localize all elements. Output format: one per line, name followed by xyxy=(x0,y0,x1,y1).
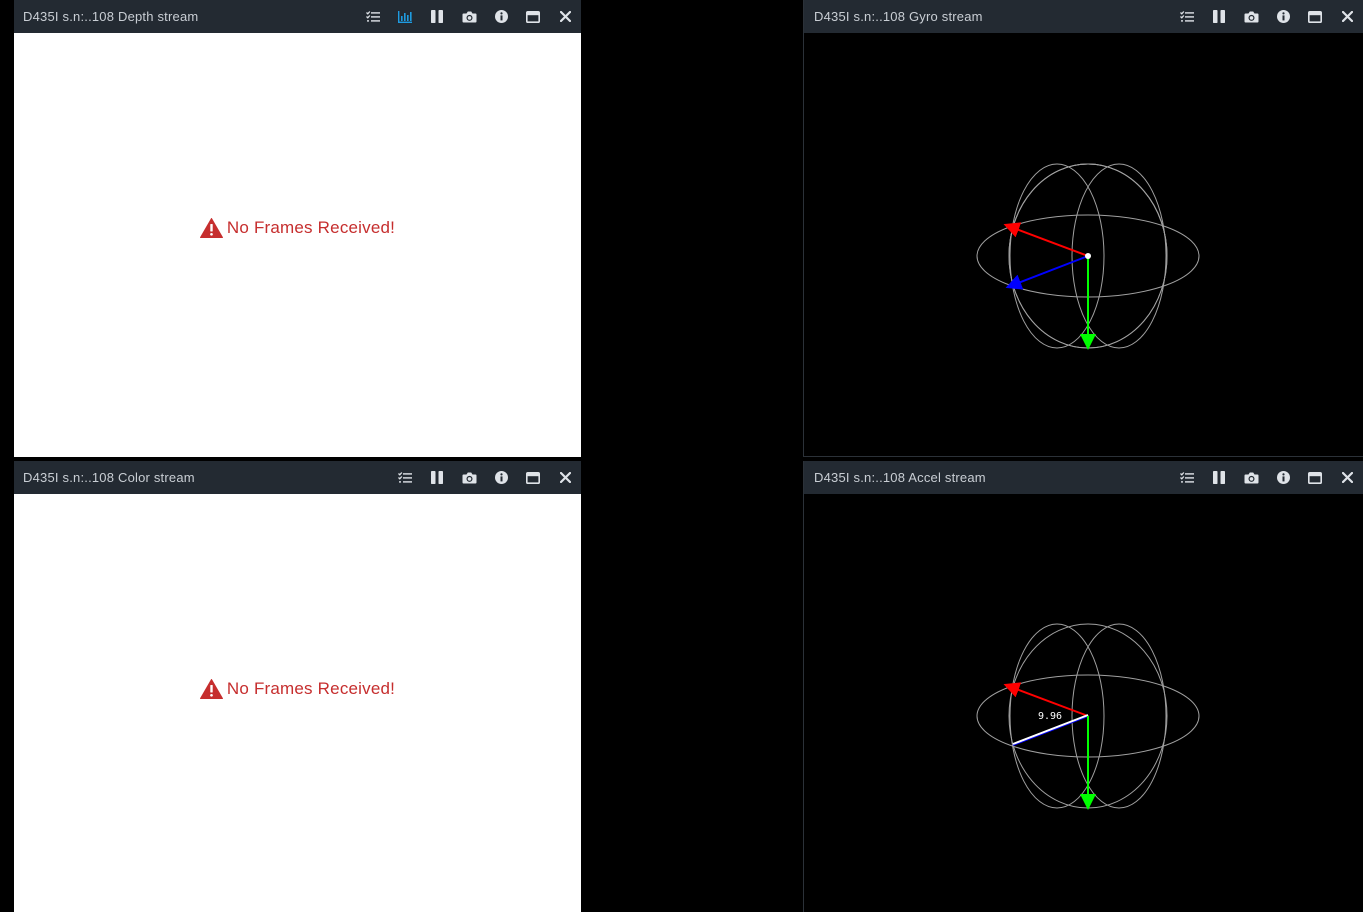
info-icon[interactable] xyxy=(1267,461,1299,494)
settings-list-icon[interactable] xyxy=(389,461,421,494)
camera-icon[interactable] xyxy=(1235,461,1267,494)
depth-toolbar xyxy=(357,0,581,33)
depth-titlebar: D435I s.n:..108 Depth stream xyxy=(14,0,581,33)
camera-icon[interactable] xyxy=(453,0,485,33)
gyro-stream-title: D435I s.n:..108 Gyro stream xyxy=(814,9,983,24)
depth-stream-viewer: D435I s.n:..108 Depth stream No Frames R… xyxy=(14,0,581,457)
metrics-icon[interactable] xyxy=(389,0,421,33)
maximize-icon[interactable] xyxy=(1299,0,1331,33)
accel-titlebar: D435I s.n:..108 Accel stream xyxy=(804,461,1363,494)
pause-icon[interactable] xyxy=(421,461,453,494)
color-no-frames-message: No Frames Received! xyxy=(14,679,581,699)
gyro-stream-viewer: D435I s.n:..108 Gyro stream xyxy=(803,0,1363,457)
gyro-x-axis-arrow xyxy=(1003,222,1089,257)
depth-no-frames-text: No Frames Received! xyxy=(226,218,396,237)
accel-toolbar xyxy=(1171,461,1363,494)
maximize-icon[interactable] xyxy=(517,0,549,33)
gyro-motion-visualization xyxy=(976,163,1200,350)
camera-icon[interactable] xyxy=(453,461,485,494)
gyro-titlebar: D435I s.n:..108 Gyro stream xyxy=(804,0,1363,33)
close-icon[interactable] xyxy=(549,461,581,494)
accel-stream-content: 9.96 xyxy=(804,494,1363,912)
gyro-z-axis-arrow xyxy=(1005,255,1089,290)
camera-icon[interactable] xyxy=(1235,0,1267,33)
maximize-icon[interactable] xyxy=(517,461,549,494)
pause-icon[interactable] xyxy=(1203,0,1235,33)
accel-stream-title: D435I s.n:..108 Accel stream xyxy=(814,470,986,485)
gyro-stream-content xyxy=(804,33,1363,456)
settings-list-icon[interactable] xyxy=(1171,0,1203,33)
warning-icon xyxy=(199,679,223,699)
color-toolbar xyxy=(389,461,581,494)
color-stream-content: No Frames Received! xyxy=(14,494,581,912)
depth-no-frames-message: No Frames Received! xyxy=(14,218,581,238)
close-icon[interactable] xyxy=(549,0,581,33)
info-icon[interactable] xyxy=(1267,0,1299,33)
close-icon[interactable] xyxy=(1331,461,1363,494)
color-titlebar: D435I s.n:..108 Color stream xyxy=(14,461,581,494)
info-icon[interactable] xyxy=(485,461,517,494)
color-stream-title: D435I s.n:..108 Color stream xyxy=(23,470,195,485)
depth-stream-title: D435I s.n:..108 Depth stream xyxy=(23,9,199,24)
settings-list-icon[interactable] xyxy=(357,0,389,33)
accel-motion-visualization: 9.96 xyxy=(976,623,1200,810)
depth-stream-content: No Frames Received! xyxy=(14,33,581,457)
accel-stream-viewer: D435I s.n:..108 Accel stream 9.96 xyxy=(803,461,1363,912)
settings-list-icon[interactable] xyxy=(1171,461,1203,494)
accel-vector-magnitude: 9.96 xyxy=(1038,711,1062,722)
maximize-icon[interactable] xyxy=(1299,461,1331,494)
gyro-origin-point xyxy=(1085,253,1091,259)
pause-icon[interactable] xyxy=(421,0,453,33)
color-stream-viewer: D435I s.n:..108 Color stream No Frames R… xyxy=(14,461,581,912)
pause-icon[interactable] xyxy=(1203,461,1235,494)
info-icon[interactable] xyxy=(485,0,517,33)
close-icon[interactable] xyxy=(1331,0,1363,33)
gyro-toolbar xyxy=(1171,0,1363,33)
warning-icon xyxy=(199,218,223,238)
color-no-frames-text: No Frames Received! xyxy=(226,679,396,698)
